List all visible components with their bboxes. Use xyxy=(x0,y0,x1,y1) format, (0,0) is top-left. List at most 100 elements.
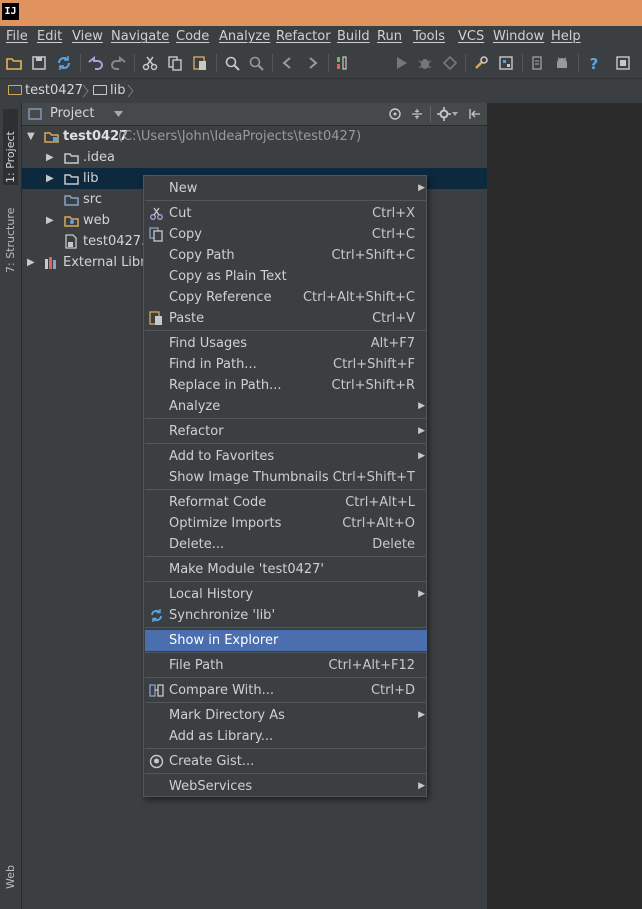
menu-item-add-to-favorites[interactable]: Add to Favorites ▶ xyxy=(145,446,427,467)
help-icon[interactable]: ? xyxy=(585,54,603,73)
tree-item-root[interactable]: ▼ test0427 (C:\Users\John\IdeaProjects\t… xyxy=(22,126,487,147)
menu-item-show-in-explorer[interactable]: Show in Explorer xyxy=(145,630,427,651)
menu-item-mark-directory-as[interactable]: Mark Directory As ▶ xyxy=(145,705,427,726)
find-icon[interactable] xyxy=(223,54,241,72)
menu-item-make-module[interactable]: Make Module 'test0427' xyxy=(145,559,427,580)
scroll-from-source-icon[interactable] xyxy=(388,107,402,121)
editor-area xyxy=(487,103,642,909)
jvm-icon[interactable] xyxy=(614,54,632,72)
menu-item-local-history[interactable]: Local History ▶ xyxy=(145,584,427,605)
android-icon[interactable] xyxy=(553,54,571,72)
sdk-manager-icon[interactable] xyxy=(528,54,546,72)
menu-item-copy-path[interactable]: Copy Path Ctrl+Shift+C xyxy=(145,245,427,266)
menu-item-synchronize[interactable]: Synchronize 'lib' xyxy=(145,605,427,626)
menu-item-new[interactable]: New ▶ xyxy=(145,178,427,199)
breadcrumb-project[interactable]: test0427 xyxy=(8,83,83,98)
collapsed-arrow-icon[interactable]: ▶ xyxy=(27,252,35,273)
menu-item-refactor[interactable]: Refactor ▶ xyxy=(145,421,427,442)
menu-refactor[interactable]: Refactor xyxy=(276,29,331,44)
menu-tools[interactable]: Tools xyxy=(413,29,445,44)
replace-icon[interactable] xyxy=(247,54,265,72)
collapsed-arrow-icon[interactable]: ▶ xyxy=(46,210,54,231)
intellij-logo-icon: IJ xyxy=(2,3,19,20)
menu-navigate[interactable]: Navigate xyxy=(111,29,169,44)
menu-item-webservices[interactable]: WebServices ▶ xyxy=(145,776,427,797)
menu-view[interactable]: View xyxy=(72,29,103,44)
menu-item-analyze[interactable]: Analyze ▶ xyxy=(145,396,427,417)
menu-item-add-as-library[interactable]: Add as Library... xyxy=(145,726,427,747)
menu-item-cut[interactable]: Cut Ctrl+X xyxy=(145,203,427,224)
submenu-arrow-icon: ▶ xyxy=(418,183,425,193)
menu-item-file-path[interactable]: File Path Ctrl+Alt+F12 xyxy=(145,655,427,676)
menu-item-copy[interactable]: Copy Ctrl+C xyxy=(145,224,427,245)
collapsed-arrow-icon[interactable]: ▶ xyxy=(46,147,54,168)
project-folder-icon xyxy=(8,85,22,95)
submenu-arrow-icon: ▶ xyxy=(418,451,425,461)
breadcrumb-separator-icon xyxy=(82,84,89,98)
hide-panel-icon[interactable] xyxy=(468,107,482,121)
menu-item-optimize-imports[interactable]: Optimize Imports Ctrl+Alt+O xyxy=(145,513,427,534)
tab-web[interactable]: Web xyxy=(3,847,18,891)
tab-structure[interactable]: 7: Structure xyxy=(3,199,18,275)
menu-item-show-image-thumbnails[interactable]: Show Image Thumbnails Ctrl+Shift+T xyxy=(145,467,427,488)
menu-item-paste[interactable]: Paste Ctrl+V xyxy=(145,308,427,329)
synchronize-icon[interactable] xyxy=(55,54,73,72)
breadcrumb-folder[interactable]: lib xyxy=(93,83,125,98)
cut-icon[interactable] xyxy=(141,54,159,72)
chevron-down-icon[interactable] xyxy=(452,112,458,116)
debug-icon[interactable] xyxy=(416,54,434,72)
save-icon[interactable] xyxy=(30,54,48,72)
menu-code[interactable]: Code xyxy=(176,29,209,44)
menu-item-replace-in-path[interactable]: Replace in Path... Ctrl+Shift+R xyxy=(145,375,427,396)
redo-icon[interactable] xyxy=(110,54,128,72)
project-view-icon xyxy=(28,108,42,120)
menu-item-create-gist[interactable]: Create Gist... xyxy=(145,751,427,772)
copy-icon[interactable] xyxy=(166,54,184,72)
menu-analyze[interactable]: Analyze xyxy=(219,29,270,44)
menu-item-find-usages[interactable]: Find Usages Alt+F7 xyxy=(145,333,427,354)
submenu-arrow-icon: ▶ xyxy=(418,426,425,436)
open-folder-icon[interactable] xyxy=(5,54,23,72)
web-folder-icon xyxy=(64,216,79,227)
run-icon[interactable] xyxy=(392,54,410,72)
menu-item-compare-with[interactable]: Compare With... Ctrl+D xyxy=(145,680,427,701)
coverage-icon[interactable] xyxy=(441,54,459,72)
menu-window[interactable]: Window xyxy=(493,29,544,44)
menu-item-reformat-code[interactable]: Reformat Code Ctrl+Alt+L xyxy=(145,492,427,513)
submenu-arrow-icon: ▶ xyxy=(418,589,425,599)
svg-text:?: ? xyxy=(590,55,599,72)
sync-icon xyxy=(151,609,162,622)
menu-item-copy-reference[interactable]: Copy Reference Ctrl+Alt+Shift+C xyxy=(145,287,427,308)
folder-icon xyxy=(64,153,79,164)
tree-item-idea[interactable]: ▶ .idea xyxy=(22,147,487,168)
gear-icon[interactable] xyxy=(437,107,451,121)
compare-icon xyxy=(149,684,164,697)
menu-file[interactable]: File xyxy=(6,29,28,44)
project-view-title[interactable]: Project xyxy=(50,106,94,121)
chevron-down-icon[interactable] xyxy=(114,111,123,117)
settings-wrench-icon[interactable] xyxy=(472,54,490,72)
expanded-arrow-icon[interactable]: ▼ xyxy=(27,126,35,147)
menu-item-delete[interactable]: Delete... Delete xyxy=(145,534,427,555)
menu-edit[interactable]: Edit xyxy=(37,29,62,44)
root-project-path: (C:\Users\John\IdeaProjects\test0427) xyxy=(118,129,362,144)
build-binary-icon[interactable] xyxy=(334,54,352,72)
submenu-arrow-icon: ▶ xyxy=(418,401,425,411)
source-folder-icon xyxy=(64,195,79,206)
paste-icon[interactable] xyxy=(191,54,209,72)
menu-build[interactable]: Build xyxy=(337,29,370,44)
menu-vcs[interactable]: VCS xyxy=(458,29,484,44)
collapse-all-icon[interactable] xyxy=(410,107,424,121)
undo-icon[interactable] xyxy=(86,54,104,72)
tab-project[interactable]: 1: Project xyxy=(3,109,18,185)
menu-item-find-in-path[interactable]: Find in Path... Ctrl+Shift+F xyxy=(145,354,427,375)
forward-icon[interactable] xyxy=(303,54,321,72)
menu-help[interactable]: Help xyxy=(551,29,581,44)
project-structure-icon[interactable] xyxy=(497,54,515,72)
back-icon[interactable] xyxy=(279,54,297,72)
collapsed-arrow-icon[interactable]: ▶ xyxy=(46,168,54,189)
submenu-arrow-icon: ▶ xyxy=(418,781,425,791)
folder-icon xyxy=(64,174,79,185)
menu-run[interactable]: Run xyxy=(377,29,402,44)
menu-item-copy-plain-text[interactable]: Copy as Plain Text xyxy=(145,266,427,287)
